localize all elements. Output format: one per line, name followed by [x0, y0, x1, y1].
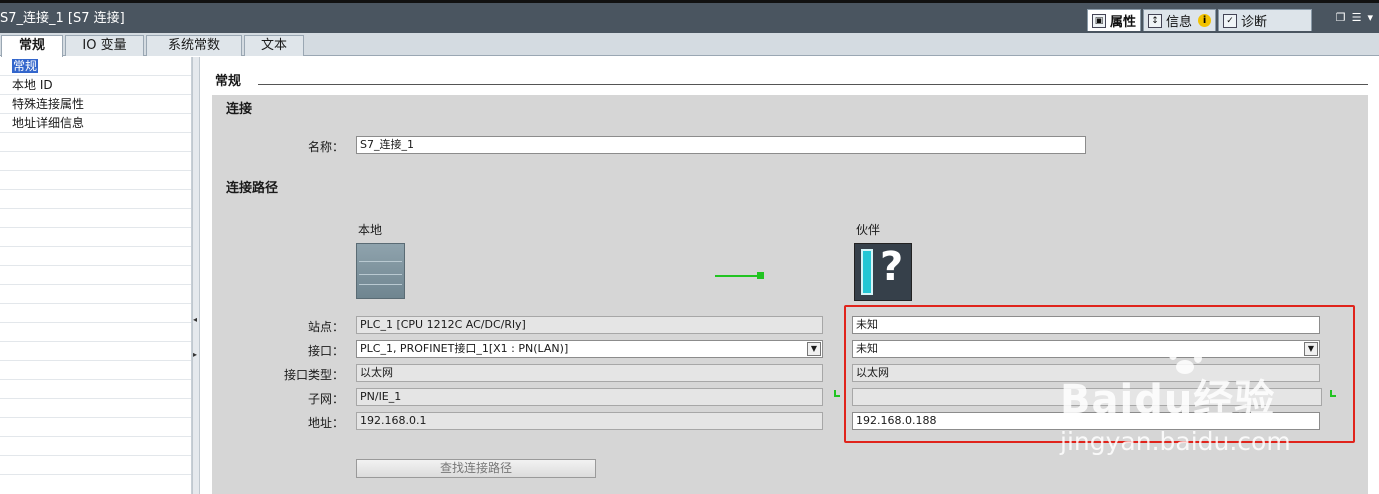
local-plc-image [356, 243, 405, 299]
chevron-down-icon[interactable]: ▼ [807, 342, 821, 356]
watermark-brand: Baidu经验 [1060, 377, 1276, 423]
interface-label: 接口： [307, 344, 344, 358]
diagnostics-icon: ✓ [1223, 13, 1238, 28]
watermark-url: jingyan.baidu.com [1060, 427, 1291, 456]
nav-empty-row [0, 323, 191, 342]
local-station-field: PLC_1 [CPU 1212C AC/DC/Rly] [356, 316, 823, 334]
nav-item-special-properties[interactable]: 特殊连接属性 [0, 95, 191, 114]
tab-texts[interactable]: 文本 [244, 35, 304, 56]
tab-general[interactable]: 常规 [1, 35, 63, 57]
section-title: 常规 [215, 74, 242, 89]
address-label: 地址： [307, 416, 344, 430]
nav-empty-row [0, 418, 191, 437]
section-divider [258, 84, 1368, 85]
connection-name-input[interactable]: S7_连接_1 [356, 136, 1086, 154]
menu-icon[interactable]: ☰ [1352, 11, 1362, 24]
nav-item-label: 常规 [12, 59, 39, 73]
find-connection-path-button[interactable]: 查找连接路径 [356, 459, 596, 478]
nav-empty-row [0, 361, 191, 380]
connection-port-icon [757, 272, 764, 279]
nav-empty-row [0, 152, 191, 171]
partner-title: 伙伴 [856, 223, 881, 237]
tab-io-tags[interactable]: IO 变量 [65, 35, 144, 56]
connection-heading: 连接 [226, 102, 253, 117]
local-title: 本地 [358, 223, 383, 237]
expand-right-icon[interactable]: ▸ [193, 350, 199, 359]
tab-system-constants[interactable]: 系统常数 [146, 35, 242, 56]
interface-type-label: 接口类型： [283, 368, 344, 382]
nav-item-address-details[interactable]: 地址详细信息 [0, 114, 191, 133]
nav-empty-row [0, 171, 191, 190]
nav-item-local-id[interactable]: 本地 ID [0, 76, 191, 95]
window-controls: ❐ ☰ ▾ [1336, 11, 1373, 24]
nav-empty-row [0, 247, 191, 266]
nav-empty-row [0, 304, 191, 323]
tab-info-label: 信息 [1166, 15, 1193, 30]
connection-line [715, 275, 761, 277]
nav-splitter[interactable]: ◂ ▸ [192, 57, 200, 494]
left-nav: 常规 本地 ID 特殊连接属性 地址详细信息 [0, 57, 192, 494]
tab-diagnostics-label: 诊断 [1241, 15, 1268, 30]
unknown-device-icon: ? [854, 243, 912, 301]
connection-path-heading: 连接路径 [226, 181, 279, 196]
properties-icon: ▣ [1092, 13, 1106, 28]
nav-empty-row [0, 342, 191, 361]
nav-empty-row [0, 456, 191, 475]
tab-diagnostics[interactable]: ✓ 诊断 [1218, 9, 1313, 31]
watermark: Baidu经验 jingyan.baidu.com [1050, 345, 1370, 465]
name-label: 名称： [307, 140, 344, 154]
window-title: S7_连接_1 [S7 连接] [0, 11, 125, 26]
tab-properties-label: 属性 [1110, 15, 1137, 30]
inspector-tabs: ▣ 属性 ↕ 信息 i ✓ 诊断 [1087, 9, 1314, 31]
collapse-left-icon[interactable]: ◂ [193, 315, 199, 324]
nav-empty-row [0, 399, 191, 418]
tab-info[interactable]: ↕ 信息 i [1143, 9, 1217, 31]
info-icon: ↕ [1148, 13, 1163, 28]
nav-item-label: 特殊连接属性 [12, 97, 85, 111]
local-interface-select[interactable]: PLC_1, PROFINET接口_1[X1 : PN(LAN)] ▼ [356, 340, 823, 358]
chevron-down-icon[interactable]: ▾ [1367, 11, 1373, 24]
nav-item-label: 地址详细信息 [12, 116, 85, 130]
nav-item-general[interactable]: 常规 [0, 57, 191, 76]
title-bar: S7_连接_1 [S7 连接] ▣ 属性 ↕ 信息 i ✓ 诊断 ❐ ☰ ▾ [0, 0, 1379, 33]
nav-empty-row [0, 266, 191, 285]
nav-empty-row [0, 190, 191, 209]
nav-empty-row [0, 380, 191, 399]
restore-icon[interactable]: ❐ [1336, 11, 1346, 24]
station-label: 站点： [307, 320, 344, 334]
local-subnet-field: PN/IE_1 [356, 388, 823, 406]
info-badge: i [1198, 14, 1212, 27]
subnet-label: 子网： [307, 392, 344, 406]
tab-properties[interactable]: ▣ 属性 [1087, 9, 1142, 31]
nav-empty-row [0, 133, 191, 152]
local-interface-value: PLC_1, PROFINET接口_1[X1 : PN(LAN)] [360, 342, 569, 355]
nav-empty-row [0, 228, 191, 247]
local-interface-type-field: 以太网 [356, 364, 823, 382]
property-tabs: 常规 IO 变量 系统常数 文本 [0, 33, 1379, 57]
nav-empty-row [0, 437, 191, 456]
nav-empty-row [0, 285, 191, 304]
subnet-link-icon [834, 390, 840, 397]
nav-empty-row [0, 209, 191, 228]
local-address-field: 192.168.0.1 [356, 412, 823, 430]
nav-item-label: 本地 ID [12, 78, 53, 92]
